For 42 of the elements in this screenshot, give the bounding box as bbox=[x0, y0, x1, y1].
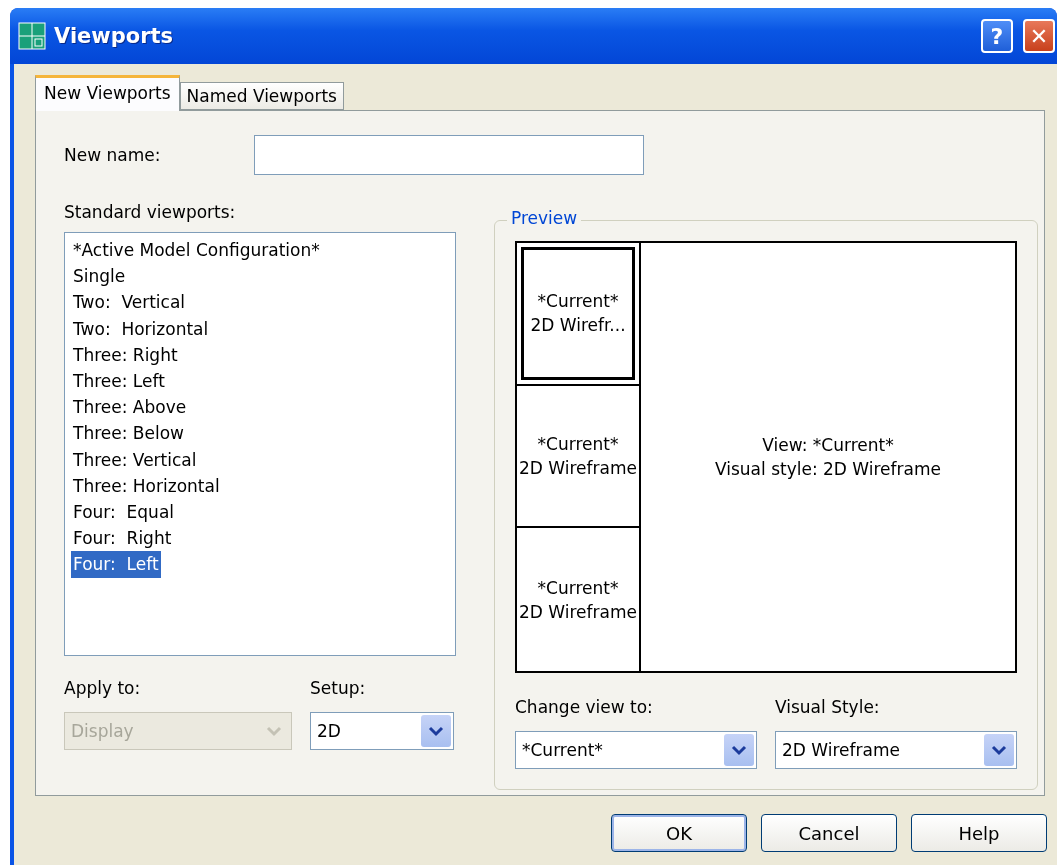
field-label: Standard viewports: bbox=[64, 202, 237, 222]
list-item[interactable]: Three: Vertical bbox=[71, 446, 199, 473]
tab[interactable]: New Viewports bbox=[35, 75, 180, 111]
list-item[interactable]: Two: Vertical bbox=[71, 289, 188, 316]
change-view-dropdown[interactable]: *Current* bbox=[515, 731, 757, 769]
window-title: Viewports bbox=[54, 24, 175, 48]
name-input[interactable] bbox=[254, 135, 645, 175]
list-item[interactable]: Three: Right bbox=[71, 341, 180, 368]
list-item[interactable]: Two: Horizontal bbox=[71, 315, 211, 342]
list-item[interactable]: Four: Equal bbox=[71, 499, 177, 526]
viewport-tile[interactable]: *Current* 2D Wirefr... bbox=[517, 243, 641, 386]
viewports-icon bbox=[18, 22, 46, 50]
list-item[interactable]: Three: Horizontal bbox=[71, 472, 222, 500]
chevron-down-icon bbox=[984, 734, 1014, 766]
field-label: Change view to: bbox=[515, 697, 654, 717]
list-item[interactable]: Three: Below bbox=[71, 420, 186, 447]
list-item[interactable]: *Active Model Configuration* bbox=[71, 237, 322, 264]
dialog-button[interactable]: OK bbox=[611, 814, 747, 852]
field-label: Apply to: bbox=[64, 678, 142, 698]
viewport-caption: *Current* 2D Wirefr... bbox=[530, 290, 626, 338]
viewport-caption: View: *Current* Visual style: 2D Wireframe bbox=[715, 434, 941, 481]
field-label: Setup: bbox=[310, 678, 367, 698]
list-item[interactable]: Four: Left bbox=[71, 551, 161, 578]
list-item[interactable]: Single bbox=[71, 263, 128, 290]
viewport-caption: *Current* 2D Wireframe bbox=[519, 433, 637, 480]
chevron-down-icon bbox=[421, 715, 451, 747]
viewport-tile[interactable]: *Current* 2D Wireframe bbox=[517, 528, 641, 671]
help-button[interactable]: ? bbox=[981, 19, 1013, 53]
setup-dropdown[interactable]: 2D bbox=[310, 712, 454, 750]
viewport-caption: *Current* 2D Wireframe bbox=[519, 576, 637, 624]
list-item[interactable]: Three: Above bbox=[71, 394, 189, 421]
dialog-button[interactable]: Cancel bbox=[761, 814, 897, 852]
visual-style-dropdown[interactable]: 2D Wireframe bbox=[775, 731, 1017, 769]
field-label: Visual Style: bbox=[775, 697, 881, 717]
close-button[interactable]: ✕ bbox=[1023, 19, 1055, 53]
chevron-down-icon bbox=[724, 734, 754, 766]
tab[interactable]: Named Viewports bbox=[179, 82, 344, 110]
dialog-button[interactable]: Help bbox=[911, 814, 1047, 852]
list-item[interactable]: Three: Left bbox=[71, 368, 167, 395]
field-label: New name: bbox=[64, 145, 161, 165]
viewport-tile[interactable]: *Current* 2D Wireframe bbox=[517, 385, 641, 529]
list-item[interactable]: Four: Right bbox=[71, 525, 174, 552]
